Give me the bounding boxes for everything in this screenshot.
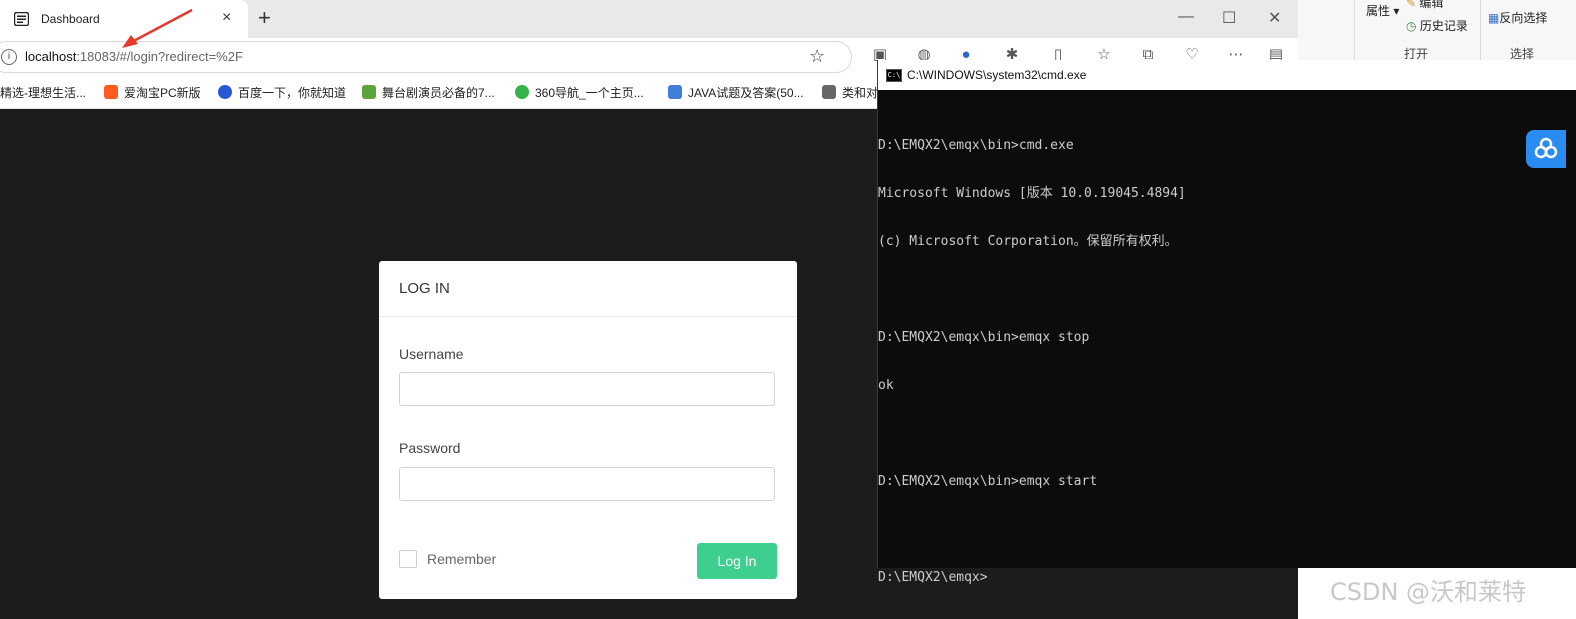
cloud-icon [1534, 137, 1558, 159]
cmd-titlebar: C:\ C:\WINDOWS\system32\cmd.exe [878, 60, 1576, 90]
page-icon [14, 12, 29, 26]
taobao-icon [104, 85, 118, 99]
username-input[interactable] [399, 372, 775, 406]
doc-icon [668, 85, 682, 99]
cmd-line: Microsoft Windows [版本 10.0.19045.4894] [878, 186, 1186, 201]
explorer-ribbon: 属性 ▾ ✎ 编辑 ◷ 历史记录 ▦反向选择 打开 选择 [1298, 0, 1576, 63]
cmd-line: ok [878, 378, 894, 393]
login-card: LOG IN Username Password Remember Log In [379, 261, 797, 599]
info-icon[interactable]: i [1, 49, 17, 65]
cmd-icon: C:\ [886, 69, 902, 82]
invert-selection-icon: ▦ [1488, 11, 1500, 25]
maximize-button[interactable]: ☐ [1222, 8, 1236, 28]
ribbon-separator [1480, 0, 1481, 60]
cmd-line [878, 426, 1576, 442]
bookmark-item[interactable]: 类和对 [822, 84, 878, 101]
favorite-star-icon[interactable]: ☆ [809, 46, 825, 67]
cmd-line: (c) Microsoft Corporation。保留所有权利。 [878, 234, 1178, 249]
ribbon-separator [1354, 0, 1355, 60]
cmd-line: D:\EMQX2\emqx\bin>emqx start [878, 474, 1098, 489]
new-tab-button[interactable]: + [258, 5, 271, 31]
minimize-button[interactable]: — [1178, 8, 1194, 26]
site-icon [822, 85, 836, 99]
login-card-header: LOG IN [379, 261, 797, 317]
bookmark-item[interactable]: 爱淘宝PC新版 [104, 84, 201, 101]
url-text: localhost:18083/#/login?redirect=%2F [25, 49, 243, 64]
bookmark-item[interactable]: 360导航_一个主页... [515, 84, 644, 101]
login-button[interactable]: Log In [697, 543, 777, 579]
bookmark-item[interactable]: 精选-理想生活... [0, 84, 86, 101]
watermark: CSDN @沃和莱特 [1330, 578, 1527, 606]
cmd-line [878, 282, 1576, 298]
360-icon [515, 85, 529, 99]
close-tab-icon[interactable]: × [222, 9, 231, 27]
cmd-output[interactable]: D:\EMQX2\emqx\bin>cmd.exe Microsoft Wind… [878, 106, 1576, 618]
close-window-button[interactable]: ✕ [1268, 8, 1281, 28]
chevron-down-icon: ▾ [1393, 4, 1400, 18]
baidu-icon [218, 85, 232, 99]
edit-icon: ✎ [1406, 0, 1417, 10]
invert-selection-button[interactable]: ▦反向选择 [1488, 9, 1547, 26]
cmd-line: D:\EMQX2\emqx\bin>cmd.exe [878, 138, 1074, 153]
login-title: LOG IN [399, 280, 450, 297]
bookmark-item[interactable]: 舞台剧演员必备的7... [362, 84, 495, 101]
remember-label: Remember [427, 551, 497, 567]
bookmark-item[interactable]: 百度一下，你就知道 [218, 84, 346, 101]
tab-title: Dashboard [41, 12, 100, 26]
password-input[interactable] [399, 467, 775, 501]
bookmark-item[interactable]: JAVA试题及答案(50... [668, 84, 804, 101]
username-label: Username [399, 346, 464, 362]
cloud-float-button[interactable] [1526, 130, 1566, 168]
site-icon [362, 85, 376, 99]
password-label: Password [399, 440, 461, 456]
cmd-title: C:\WINDOWS\system32\cmd.exe [907, 68, 1087, 82]
history-button[interactable]: ◷ 历史记录 [1406, 17, 1468, 34]
edit-button[interactable]: ✎ 编辑 [1406, 0, 1443, 11]
cmd-line: D:\EMQX2\emqx\bin>emqx stop [878, 330, 1090, 345]
properties-button[interactable]: 属性 ▾ [1366, 2, 1399, 19]
annotation-arrow-icon [122, 8, 193, 48]
cmd-line [878, 522, 1576, 538]
cmd-window: C:\ C:\WINDOWS\system32\cmd.exe D:\EMQX2… [877, 60, 1576, 585]
remember-checkbox[interactable] [399, 550, 417, 568]
history-icon: ◷ [1406, 19, 1417, 33]
